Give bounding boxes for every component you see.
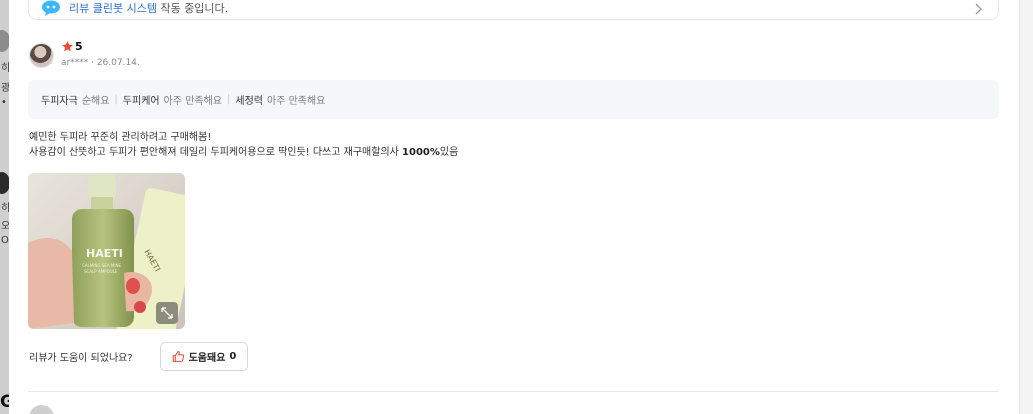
background-page-strip: 히 광 • 히 오 O G xyxy=(0,0,9,414)
chat-bot-icon xyxy=(42,0,60,16)
review-divider xyxy=(28,391,999,392)
thumbs-up-icon xyxy=(172,350,184,362)
attribute-key: 두피케어 xyxy=(122,96,160,107)
background-avatar xyxy=(0,30,9,52)
attribute-value: 아주 만족해요 xyxy=(266,96,326,107)
star-icon xyxy=(62,41,73,52)
background-text-fragment: 광 xyxy=(1,83,9,94)
attribute-item: 세정력 아주 만족해요 xyxy=(235,92,325,107)
review-rating: 5 xyxy=(61,40,83,53)
attribute-divider: | xyxy=(114,94,118,105)
attribute-item: 두피케어 아주 만족해요 xyxy=(123,92,222,107)
helpful-count: 0 xyxy=(229,351,237,362)
review-body-text: 사용감이 산뜻하고 두피가 편안해져 데일리 두피케어용으로 딱인듯! 다쓰고 … xyxy=(29,147,403,158)
reviewer-avatar xyxy=(29,43,54,68)
next-reviewer-avatar xyxy=(29,405,54,414)
review-meta: ar**** · 26.07.14. xyxy=(61,58,140,68)
attribute-item: 두피자극 순해요 xyxy=(41,92,109,107)
attribute-key: 세정력 xyxy=(235,96,263,107)
attribute-divider: | xyxy=(227,94,231,105)
rating-score: 5 xyxy=(75,40,83,53)
attribute-key: 두피자극 xyxy=(41,96,78,107)
helpful-question: 리뷰가 도움이 되었나요? xyxy=(29,353,133,364)
background-text-fragment: 오 xyxy=(1,221,9,232)
chevron-right-icon xyxy=(975,3,982,15)
attribute-value: 아주 만족해요 xyxy=(163,96,222,107)
helpful-label: 도움돼요 xyxy=(188,353,226,364)
review-body: 예민한 두피라 꾸준히 관리하려고 구매해봄! 사용감이 산뜻하고 두피가 편안… xyxy=(29,130,458,160)
review-author: ar**** xyxy=(61,58,89,68)
review-date: 26.07.14. xyxy=(96,58,140,68)
helpful-button[interactable]: 도움돼요 0 xyxy=(160,342,248,371)
review-body-text: 있음 xyxy=(439,147,459,158)
background-text-fragment: 히 xyxy=(1,63,9,74)
background-text-fragment: G xyxy=(0,392,9,412)
bottle-label-line: CALMING SEA MINE xyxy=(82,263,121,268)
scrollbar-track[interactable] xyxy=(1019,0,1033,414)
background-text-fragment: • xyxy=(1,97,7,108)
background-avatar xyxy=(0,172,9,194)
review-body-line: 사용감이 산뜻하고 두피가 편안해져 데일리 두피케어용으로 딱인듯! 다쓰고 … xyxy=(29,145,458,160)
expand-photo-button[interactable] xyxy=(156,302,178,324)
banner-text: 리뷰 클린봇 시스템 작동 중입니다. xyxy=(69,0,228,16)
banner-suffix: 작동 중입니다. xyxy=(160,2,229,15)
review-attributes: 두피자극 순해요 | 두피케어 아주 만족해요 | 세정력 아주 만족해요 xyxy=(28,80,999,119)
attribute-value: 순해요 xyxy=(81,96,110,107)
review-body-line: 예민한 두피라 꾸준히 관리하려고 구매해봄! xyxy=(29,132,212,143)
bottle-brand-label: HAETI xyxy=(86,247,123,260)
review-page: 히 광 • 히 오 O G 리뷰 클린봇 시스템 작동 중입니다. 5 ar**… xyxy=(0,0,1033,414)
review-body-emphasis: 1000% xyxy=(402,147,440,158)
background-text-fragment: 히 xyxy=(1,203,9,214)
background-text-fragment: O xyxy=(1,235,9,246)
cleanbot-banner[interactable]: 리뷰 클린봇 시스템 작동 중입니다. xyxy=(28,0,999,20)
banner-highlight: 리뷰 클린봇 시스템 xyxy=(69,2,157,15)
bottle-label-line: SCALP AMPOULE xyxy=(84,269,118,274)
expand-icon xyxy=(161,307,173,319)
